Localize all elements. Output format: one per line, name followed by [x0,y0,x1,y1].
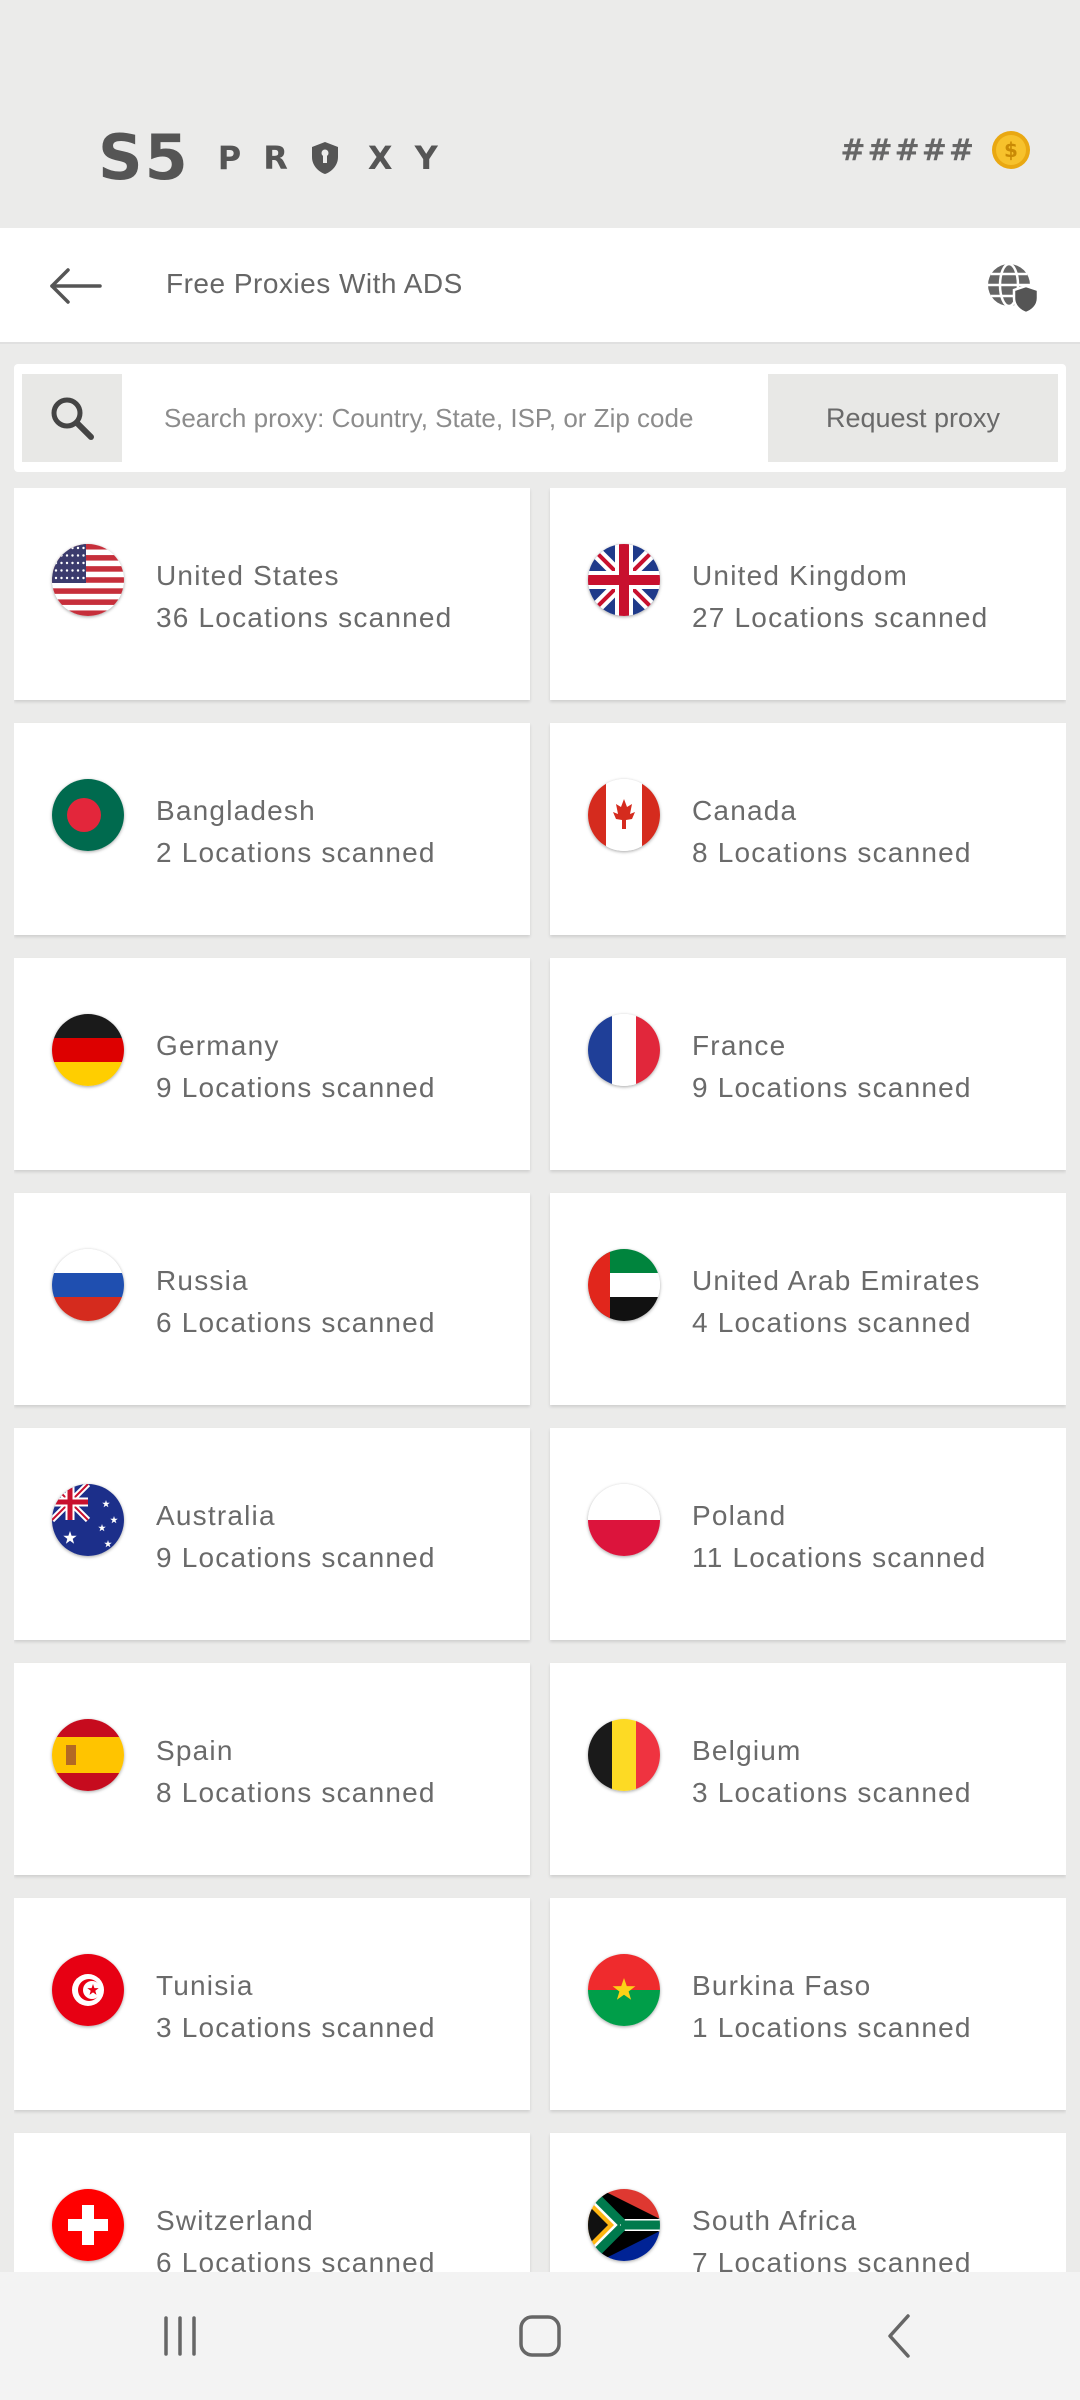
country-card-ru[interactable]: Russia 6 Locations scanned [14,1193,530,1405]
country-card-bf[interactable]: Burkina Faso 1 Locations scanned [550,1898,1066,2110]
search-icon [51,397,94,440]
locations-count: 36 Locations scanned [156,602,453,633]
nav-back-icon [888,2314,910,2358]
country-name: Burkina Faso [692,1970,872,2001]
country-card-de[interactable]: Germany 9 Locations scanned [14,958,530,1170]
flag-es-icon [52,1719,124,1791]
flag-be-icon [588,1719,660,1791]
country-card-es[interactable]: Spain 8 Locations scanned [14,1663,530,1875]
country-grid: United States 36 Locations scanned United… [14,488,1066,2272]
country-name: United Kingdom [692,560,909,591]
coin-balance[interactable]: ##### $ [840,126,1032,174]
locations-count: 8 Locations scanned [156,1777,436,1808]
recent-apps-button[interactable] [120,2296,240,2376]
shield-lock-icon [311,142,338,174]
country-card-ch[interactable]: Switzerland 6 Locations scanned [14,2133,530,2272]
nav-back-button[interactable] [840,2296,960,2376]
flag-ch-icon [52,2189,124,2261]
locations-count: 3 Locations scanned [156,2012,436,2043]
s5-proxy-logo: S5 P R X Y [98,126,460,190]
flag-ca-icon [588,779,660,851]
flag-fr-icon [588,1014,660,1086]
country-name: South Africa [692,2205,858,2236]
locations-count: 6 Locations scanned [156,2247,436,2272]
locations-count: 9 Locations scanned [692,1072,972,1103]
country-card-pl[interactable]: Poland 11 Locations scanned [550,1428,1066,1640]
locations-count: 7 Locations scanned [692,2247,972,2272]
country-name: Belgium [692,1735,802,1766]
flag-tn-icon [52,1954,124,2026]
locations-count: 9 Locations scanned [156,1072,436,1103]
country-name: Germany [156,1030,280,1061]
country-card-fr[interactable]: France 9 Locations scanned [550,958,1066,1170]
country-name: Tunisia [156,1970,254,2001]
locations-count: 1 Locations scanned [692,2012,972,2043]
country-card-be[interactable]: Belgium 3 Locations scanned [550,1663,1066,1875]
search-bar: Request proxy [14,364,1066,472]
locations-count: 2 Locations scanned [156,837,436,868]
flag-bf-icon [588,1954,660,2026]
country-card-gb[interactable]: United Kingdom 27 Locations scanned [550,488,1066,700]
country-card-tn[interactable]: Tunisia 3 Locations scanned [14,1898,530,2110]
flag-za-icon [588,2189,660,2261]
flag-pl-icon [588,1484,660,1556]
country-name: Spain [156,1735,234,1766]
arrow-left-icon[interactable] [46,264,106,308]
flag-bd-icon [52,779,124,851]
country-card-ae[interactable]: United Arab Emirates 4 Locations scanned [550,1193,1066,1405]
search-input[interactable] [164,392,764,444]
locations-count: 11 Locations scanned [692,1542,987,1573]
locations-count: 27 Locations scanned [692,602,989,633]
search-button[interactable] [22,374,122,462]
locations-count: 4 Locations scanned [692,1307,972,1338]
brand-header: S5 P R X Y ##### $ [0,0,1080,228]
locations-count: 9 Locations scanned [156,1542,436,1573]
logo-mark: S5 [98,121,190,194]
home-icon [519,2315,561,2357]
country-card-us[interactable]: United States 36 Locations scanned [14,488,530,700]
flag-de-icon [52,1014,124,1086]
page-title: Free Proxies With ADS [166,268,463,299]
flag-gb-icon [588,544,660,616]
flag-ae-icon [588,1249,660,1321]
home-button[interactable] [480,2296,600,2376]
country-card-ca[interactable]: Canada 8 Locations scanned [550,723,1066,935]
country-name: Poland [692,1500,787,1531]
locations-count: 8 Locations scanned [692,837,972,868]
locations-count: 6 Locations scanned [156,1307,436,1338]
country-name: United Arab Emirates [692,1265,981,1296]
request-proxy-button[interactable]: Request proxy [768,374,1058,462]
locations-count: 3 Locations scanned [692,1777,972,1808]
coin-balance-value: ##### [840,132,976,168]
country-name: Bangladesh [156,795,316,826]
country-name: Switzerland [156,2205,314,2236]
flag-us-icon [52,544,124,616]
country-name: Australia [156,1500,276,1531]
gold-coin-icon: $ [992,131,1030,169]
country-card-bd[interactable]: Bangladesh 2 Locations scanned [14,723,530,935]
country-name: France [692,1030,787,1061]
country-name: Canada [692,795,798,826]
app-toolbar: Free Proxies With ADS [0,228,1080,344]
logo-wordmark: P R X Y [217,139,438,177]
country-name: United States [156,560,340,591]
globe-shield-icon[interactable] [984,258,1042,316]
flag-au-icon [52,1484,124,1556]
flag-ru-icon [52,1249,124,1321]
system-nav-bar [0,2272,1080,2400]
country-card-au[interactable]: Australia 9 Locations scanned [14,1428,530,1640]
recent-apps-icon [164,2316,196,2356]
country-name: Russia [156,1265,249,1296]
svg-text:$: $ [1004,138,1018,162]
country-card-za[interactable]: South Africa 7 Locations scanned [550,2133,1066,2272]
